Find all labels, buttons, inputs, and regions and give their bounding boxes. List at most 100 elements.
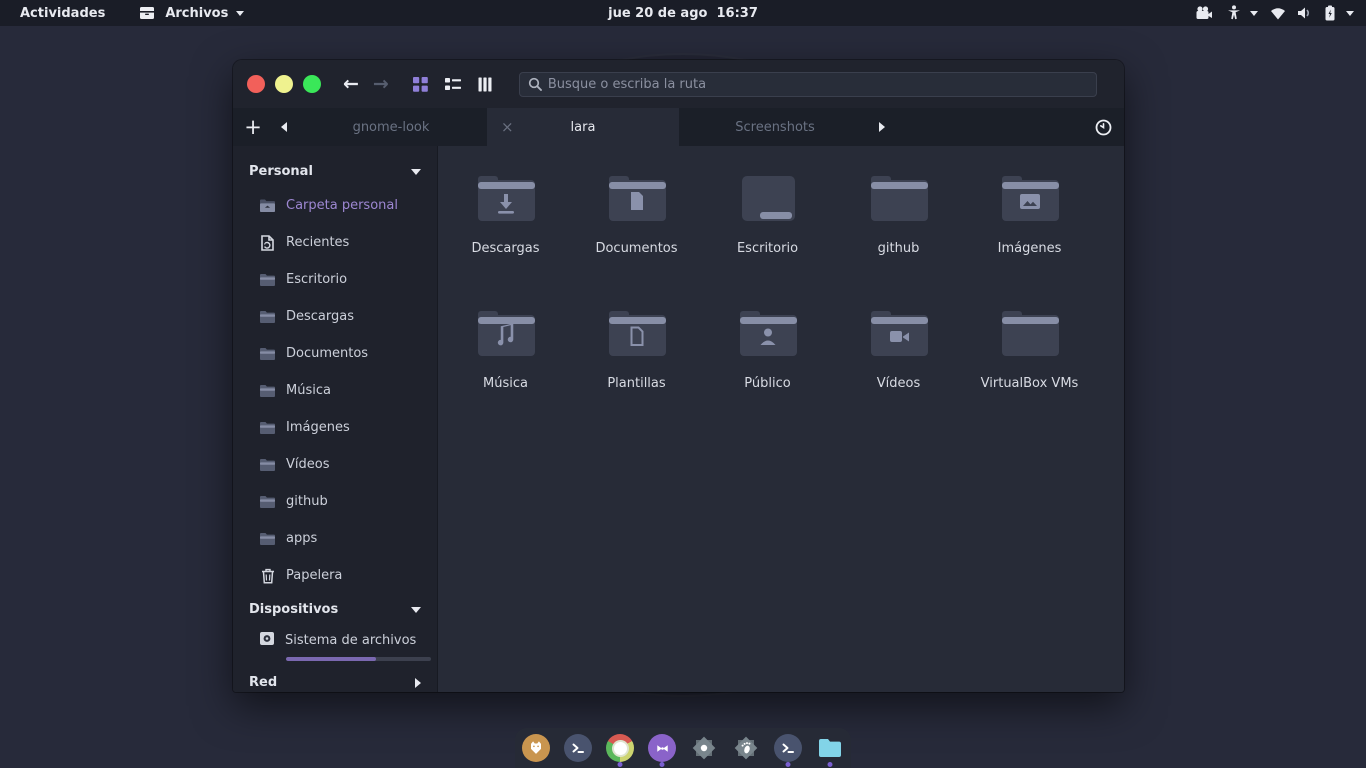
file-videos[interactable]: Vídeos	[833, 293, 964, 428]
sidebar-item-papelera[interactable]: Papelera	[233, 557, 437, 594]
sidebar-item-imagenes[interactable]: Imágenes	[233, 409, 437, 446]
back-button[interactable]: ←	[343, 73, 359, 95]
file-view[interactable]: Descargas Documentos Escritorio github I…	[438, 146, 1124, 692]
forward-button[interactable]: →	[373, 73, 389, 95]
sidebar-item-sistema-de-archivos[interactable]: Sistema de archivos	[233, 625, 437, 667]
minimize-window-button[interactable]	[275, 75, 293, 93]
maximize-window-button[interactable]	[303, 75, 321, 93]
file-publico[interactable]: Público	[702, 293, 833, 428]
file-label: Vídeos	[877, 377, 920, 391]
compact-view-button[interactable]	[475, 74, 495, 94]
sidebar-section-red[interactable]: Red	[233, 667, 437, 692]
sidebar-item-descargas[interactable]: Descargas	[233, 298, 437, 335]
close-window-button[interactable]	[247, 75, 265, 93]
tab-label: lara	[571, 120, 596, 135]
running-indicator-dot	[828, 762, 833, 767]
sidebar-item-label: apps	[286, 531, 317, 546]
sidebar-section-label: Red	[249, 675, 277, 690]
recent-icon	[259, 234, 276, 251]
file-label: Escritorio	[737, 242, 798, 256]
folder-icon	[259, 493, 276, 510]
file-manager-window: ← → + gnome-look × lara Screenshots	[233, 60, 1124, 692]
sidebar-item-label: Papelera	[286, 568, 342, 583]
chevron-down-icon	[236, 11, 244, 16]
folder-icon-download	[474, 170, 538, 225]
tab-bar: + gnome-look × lara Screenshots	[233, 108, 1124, 146]
file-label: Música	[483, 377, 528, 391]
folder-icon	[259, 419, 276, 436]
folder-icon-image	[998, 170, 1062, 225]
disk-usage-bar	[286, 657, 431, 661]
sidebar-item-documentos[interactable]: Documentos	[233, 335, 437, 372]
running-indicator-dot	[660, 762, 665, 767]
clock-date: jue 20 de ago	[608, 6, 707, 21]
dock-firefox-icon[interactable]	[521, 730, 551, 766]
screen-record-icon[interactable]	[1194, 4, 1214, 22]
search-input[interactable]	[548, 77, 1088, 92]
folder-icon	[998, 305, 1062, 360]
file-descargas[interactable]: Descargas	[440, 158, 571, 293]
sidebar-item-videos[interactable]: Vídeos	[233, 446, 437, 483]
close-tab-icon[interactable]: ×	[501, 118, 514, 136]
file-documentos[interactable]: Documentos	[571, 158, 702, 293]
app-menu-label: Archivos	[165, 6, 228, 21]
activities-button[interactable]: Actividades	[14, 6, 111, 21]
sidebar-item-apps[interactable]: apps	[233, 520, 437, 557]
sidebar-item-label: Recientes	[286, 235, 349, 250]
sidebar-item-label: Escritorio	[286, 272, 347, 287]
volume-icon	[1294, 4, 1314, 22]
file-label: Público	[744, 377, 790, 391]
tab-gnome-look[interactable]: gnome-look	[295, 108, 487, 146]
file-label: Documentos	[595, 242, 677, 256]
running-indicator-dot	[618, 762, 623, 767]
dock-terminal-2-icon[interactable]	[773, 730, 803, 766]
folder-icon	[259, 530, 276, 547]
sidebar-item-carpeta-personal[interactable]: Carpeta personal	[233, 187, 437, 224]
sidebar-item-github[interactable]: github	[233, 483, 437, 520]
sidebar-item-label: Vídeos	[286, 457, 329, 472]
top-bar: Actividades Archivos jue 20 de ago 16:37	[0, 0, 1366, 26]
scroll-tabs-right-button[interactable]	[871, 108, 893, 146]
folder-icon	[259, 345, 276, 362]
sidebar-item-escritorio[interactable]: Escritorio	[233, 261, 437, 298]
file-musica[interactable]: Música	[440, 293, 571, 428]
dock-vscodium-icon[interactable]	[647, 730, 677, 766]
dock-gnome-icon[interactable]	[731, 730, 761, 766]
dock-terminal-icon[interactable]	[563, 730, 593, 766]
sidebar-section-dispositivos[interactable]: Dispositivos	[233, 594, 437, 625]
sidebar-item-musica[interactable]: Música	[233, 372, 437, 409]
archive-drawer-icon	[137, 4, 157, 22]
file-label: github	[878, 242, 920, 256]
titlebar[interactable]: ← →	[233, 60, 1124, 108]
tab-screenshots[interactable]: Screenshots	[679, 108, 871, 146]
chevron-down-icon	[411, 607, 421, 613]
file-imagenes[interactable]: Imágenes	[964, 158, 1095, 293]
folder-icon	[259, 308, 276, 325]
file-label: Descargas	[471, 242, 539, 256]
dock-app-badge-icon[interactable]	[689, 730, 719, 766]
tab-lara[interactable]: × lara	[487, 108, 679, 146]
file-escritorio[interactable]: Escritorio	[702, 158, 833, 293]
accessibility-menu[interactable]	[1224, 4, 1258, 22]
file-virtualbox-vms[interactable]: VirtualBox VMs	[964, 293, 1095, 428]
trash-icon	[259, 567, 276, 584]
sidebar: PersonalCarpeta personal Recientes Escrito…	[233, 146, 438, 692]
running-indicator-dot	[786, 762, 791, 767]
grid-view-button[interactable]	[411, 74, 431, 94]
dock-chromium-icon[interactable]	[605, 730, 635, 766]
folder-icon	[259, 271, 276, 288]
scroll-tabs-left-button[interactable]	[273, 108, 295, 146]
dock-files-icon[interactable]	[815, 730, 845, 766]
new-tab-button[interactable]: +	[233, 108, 273, 146]
location-search-bar[interactable]	[519, 72, 1097, 97]
system-status-menu[interactable]	[1268, 4, 1354, 22]
search-icon	[528, 77, 542, 91]
sidebar-item-recientes[interactable]: Recientes	[233, 224, 437, 261]
file-github[interactable]: github	[833, 158, 964, 293]
folder-icon	[259, 456, 276, 473]
file-plantillas[interactable]: Plantillas	[571, 293, 702, 428]
list-view-button[interactable]	[443, 74, 463, 94]
history-clock-icon[interactable]	[1082, 108, 1124, 146]
sidebar-section-personal[interactable]: Personal	[233, 156, 437, 187]
app-menu[interactable]: Archivos	[137, 4, 244, 22]
